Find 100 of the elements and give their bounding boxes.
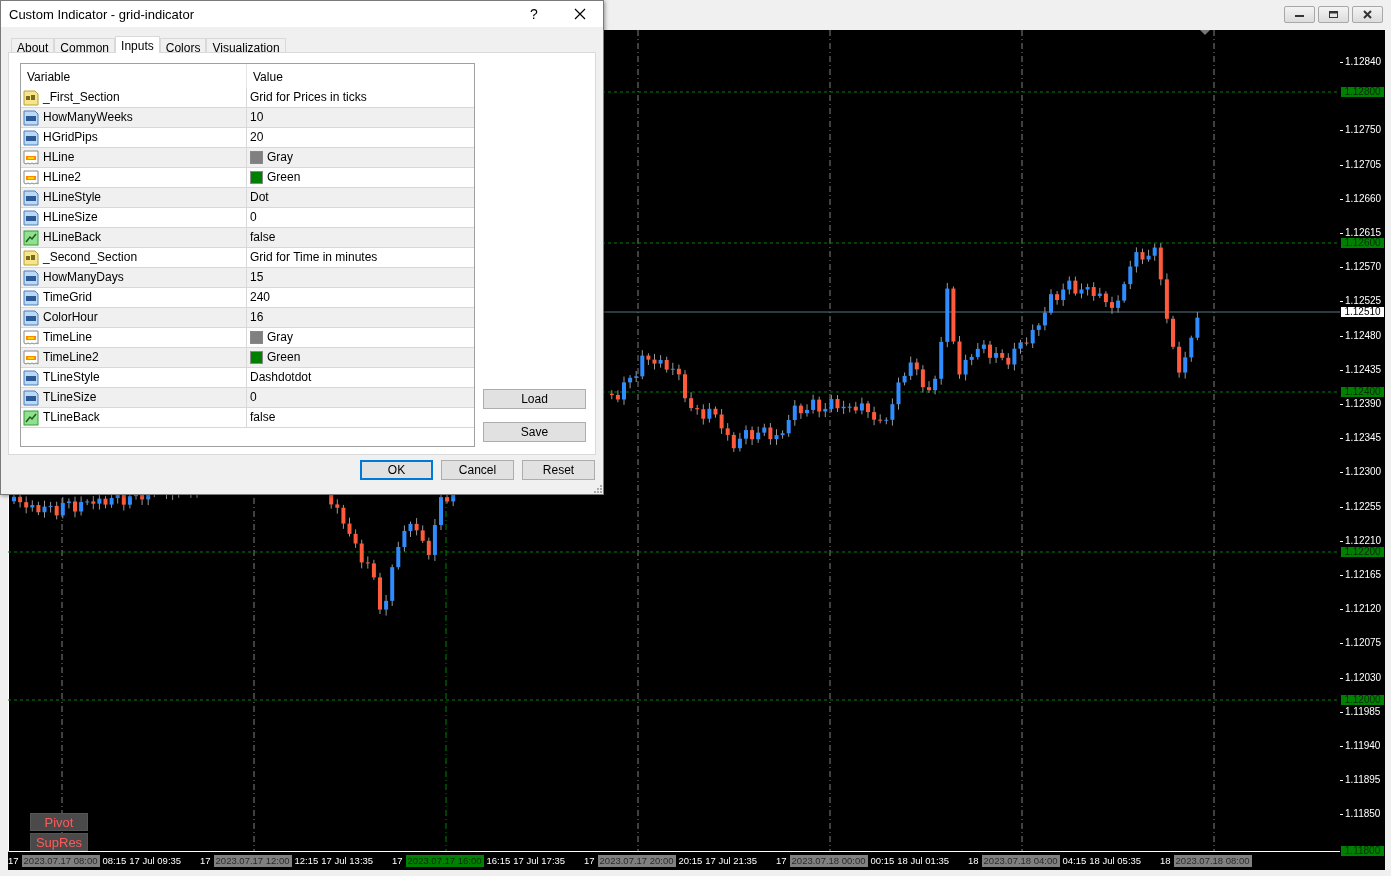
time-label: 17: [584, 855, 595, 867]
time-label: 20:15: [678, 855, 703, 867]
variable-value: false: [250, 409, 276, 426]
dialog-button[interactable]: Reset: [522, 460, 595, 480]
variable-name: TLineBack: [43, 409, 100, 426]
time-label: 17 Jul 21:35: [705, 855, 758, 867]
variable-name: TLineStyle: [43, 369, 100, 386]
price-label: 1.12165: [1345, 570, 1382, 580]
file-button[interactable]: Save: [483, 422, 586, 442]
price-label: 1.12750: [1345, 125, 1382, 136]
price-marker: 1.12800: [1341, 87, 1384, 97]
variable-name: TimeGrid: [43, 289, 92, 306]
time-label: 12:15: [294, 855, 319, 867]
price-marker: 1.12510: [1341, 307, 1384, 317]
number-tag-icon: [23, 369, 39, 386]
variable-value: Grid for Time in minutes: [250, 249, 378, 266]
price-label: 1.12210: [1345, 535, 1382, 546]
boolean-tag-icon: [23, 409, 39, 426]
variable-name: HGridPips: [43, 129, 98, 146]
minimize-button[interactable]: [1284, 5, 1315, 23]
close-icon: [574, 8, 586, 20]
price-label: 1.12480: [1345, 330, 1382, 341]
tab[interactable]: Common: [54, 38, 116, 52]
help-button[interactable]: ?: [511, 1, 557, 27]
number-tag-icon: [23, 129, 39, 146]
text-tag-icon: [23, 89, 39, 106]
price-label: 1.12705: [1345, 159, 1382, 170]
variable-name: HLineSize: [43, 209, 98, 226]
variable-name: HLine: [43, 149, 75, 166]
variable-value: 10: [250, 109, 264, 126]
number-tag-icon: [23, 289, 39, 306]
variable-name: HLine2: [43, 169, 82, 186]
time-label: 16:15: [486, 855, 511, 867]
price-label: 1.12075: [1345, 638, 1382, 649]
shift-marker-icon[interactable]: [1200, 30, 1210, 35]
resize-grip-icon[interactable]: [594, 485, 602, 493]
time-label: 18 Jul 05:35: [1089, 855, 1142, 867]
number-tag-icon: [23, 189, 39, 206]
variable-value: 15: [250, 269, 264, 286]
price-label: 1.12300: [1345, 467, 1382, 478]
time-label: 17: [392, 855, 403, 867]
time-label: 04:15: [1062, 855, 1087, 867]
time-label: 17: [200, 855, 211, 867]
dialog-button[interactable]: Cancel: [441, 460, 514, 480]
time-marker: 2023.07.17 12:00: [213, 855, 292, 867]
price-label: 1.12255: [1345, 501, 1382, 512]
color-tag-icon: [23, 349, 39, 366]
time-marker: 2023.07.18 00:00: [789, 855, 868, 867]
time-marker: 2023.07.17 08:00: [21, 855, 100, 867]
price-marker: 1.12200: [1341, 547, 1384, 557]
price-label: 1.12840: [1345, 57, 1382, 67]
variable-value: 240: [250, 289, 271, 306]
number-tag-icon: [23, 269, 39, 286]
tab[interactable]: About: [11, 38, 55, 52]
variable-name: HowManyWeeks: [43, 109, 133, 126]
variable-name: _Second_Section: [43, 249, 138, 266]
close-button[interactable]: [1352, 5, 1383, 23]
price-marker: 1.12000: [1341, 695, 1384, 705]
tab[interactable]: Colors: [159, 38, 207, 52]
column-header: Value: [252, 69, 284, 86]
price-label: 1.12615: [1345, 228, 1382, 238]
boolean-tag-icon: [23, 229, 39, 246]
file-button[interactable]: Load: [483, 389, 586, 409]
color-tag-icon: [23, 329, 39, 346]
price-label: 1.11985: [1345, 706, 1381, 717]
color-tag-icon: [23, 169, 39, 186]
dialog-title: Custom Indicator - grid-indicator: [9, 6, 195, 22]
variable-value: Gray: [267, 149, 293, 166]
price-label: 1.12435: [1345, 364, 1382, 375]
variable-value: Green: [267, 349, 301, 366]
price-label: 1.12120: [1345, 604, 1382, 615]
price-label: 1.11940: [1345, 741, 1381, 751]
tab[interactable]: Visualization: [206, 38, 286, 52]
number-tag-icon: [23, 309, 39, 326]
price-label: 1.12660: [1345, 193, 1382, 204]
time-marker: 2023.07.18 08:00: [1173, 855, 1252, 867]
color-tag-icon: [23, 149, 39, 166]
close-icon: [1362, 9, 1373, 19]
dialog-button[interactable]: OK: [360, 460, 433, 480]
time-label: 18: [1160, 855, 1171, 867]
variable-name: ColorHour: [43, 309, 98, 326]
variable-value: 0: [250, 389, 257, 406]
variable-value: 16: [250, 309, 264, 326]
time-label: 17 Jul 17:35: [513, 855, 566, 867]
time-label: 17 Jul 13:35: [321, 855, 374, 867]
time-label: 00:15: [870, 855, 895, 867]
restore-button[interactable]: [1318, 5, 1349, 23]
tab[interactable]: Inputs: [115, 36, 160, 53]
variable-name: TimeLine: [43, 329, 92, 346]
price-label: 1.12030: [1345, 672, 1382, 683]
variable-value: Grid for Prices in ticks: [250, 89, 367, 106]
price-marker: 1.12600: [1341, 238, 1384, 248]
price-label: 1.11850: [1345, 809, 1381, 820]
variable-name: _First_Section: [43, 89, 120, 106]
variable-value: 20: [250, 129, 264, 146]
time-label: 17: [8, 855, 19, 867]
time-label: 18 Jul 01:35: [897, 855, 950, 867]
variable-name: HLineStyle: [43, 189, 102, 206]
time-marker: 2023.07.17 20:00: [597, 855, 676, 867]
price-label: 1.12345: [1345, 433, 1382, 444]
